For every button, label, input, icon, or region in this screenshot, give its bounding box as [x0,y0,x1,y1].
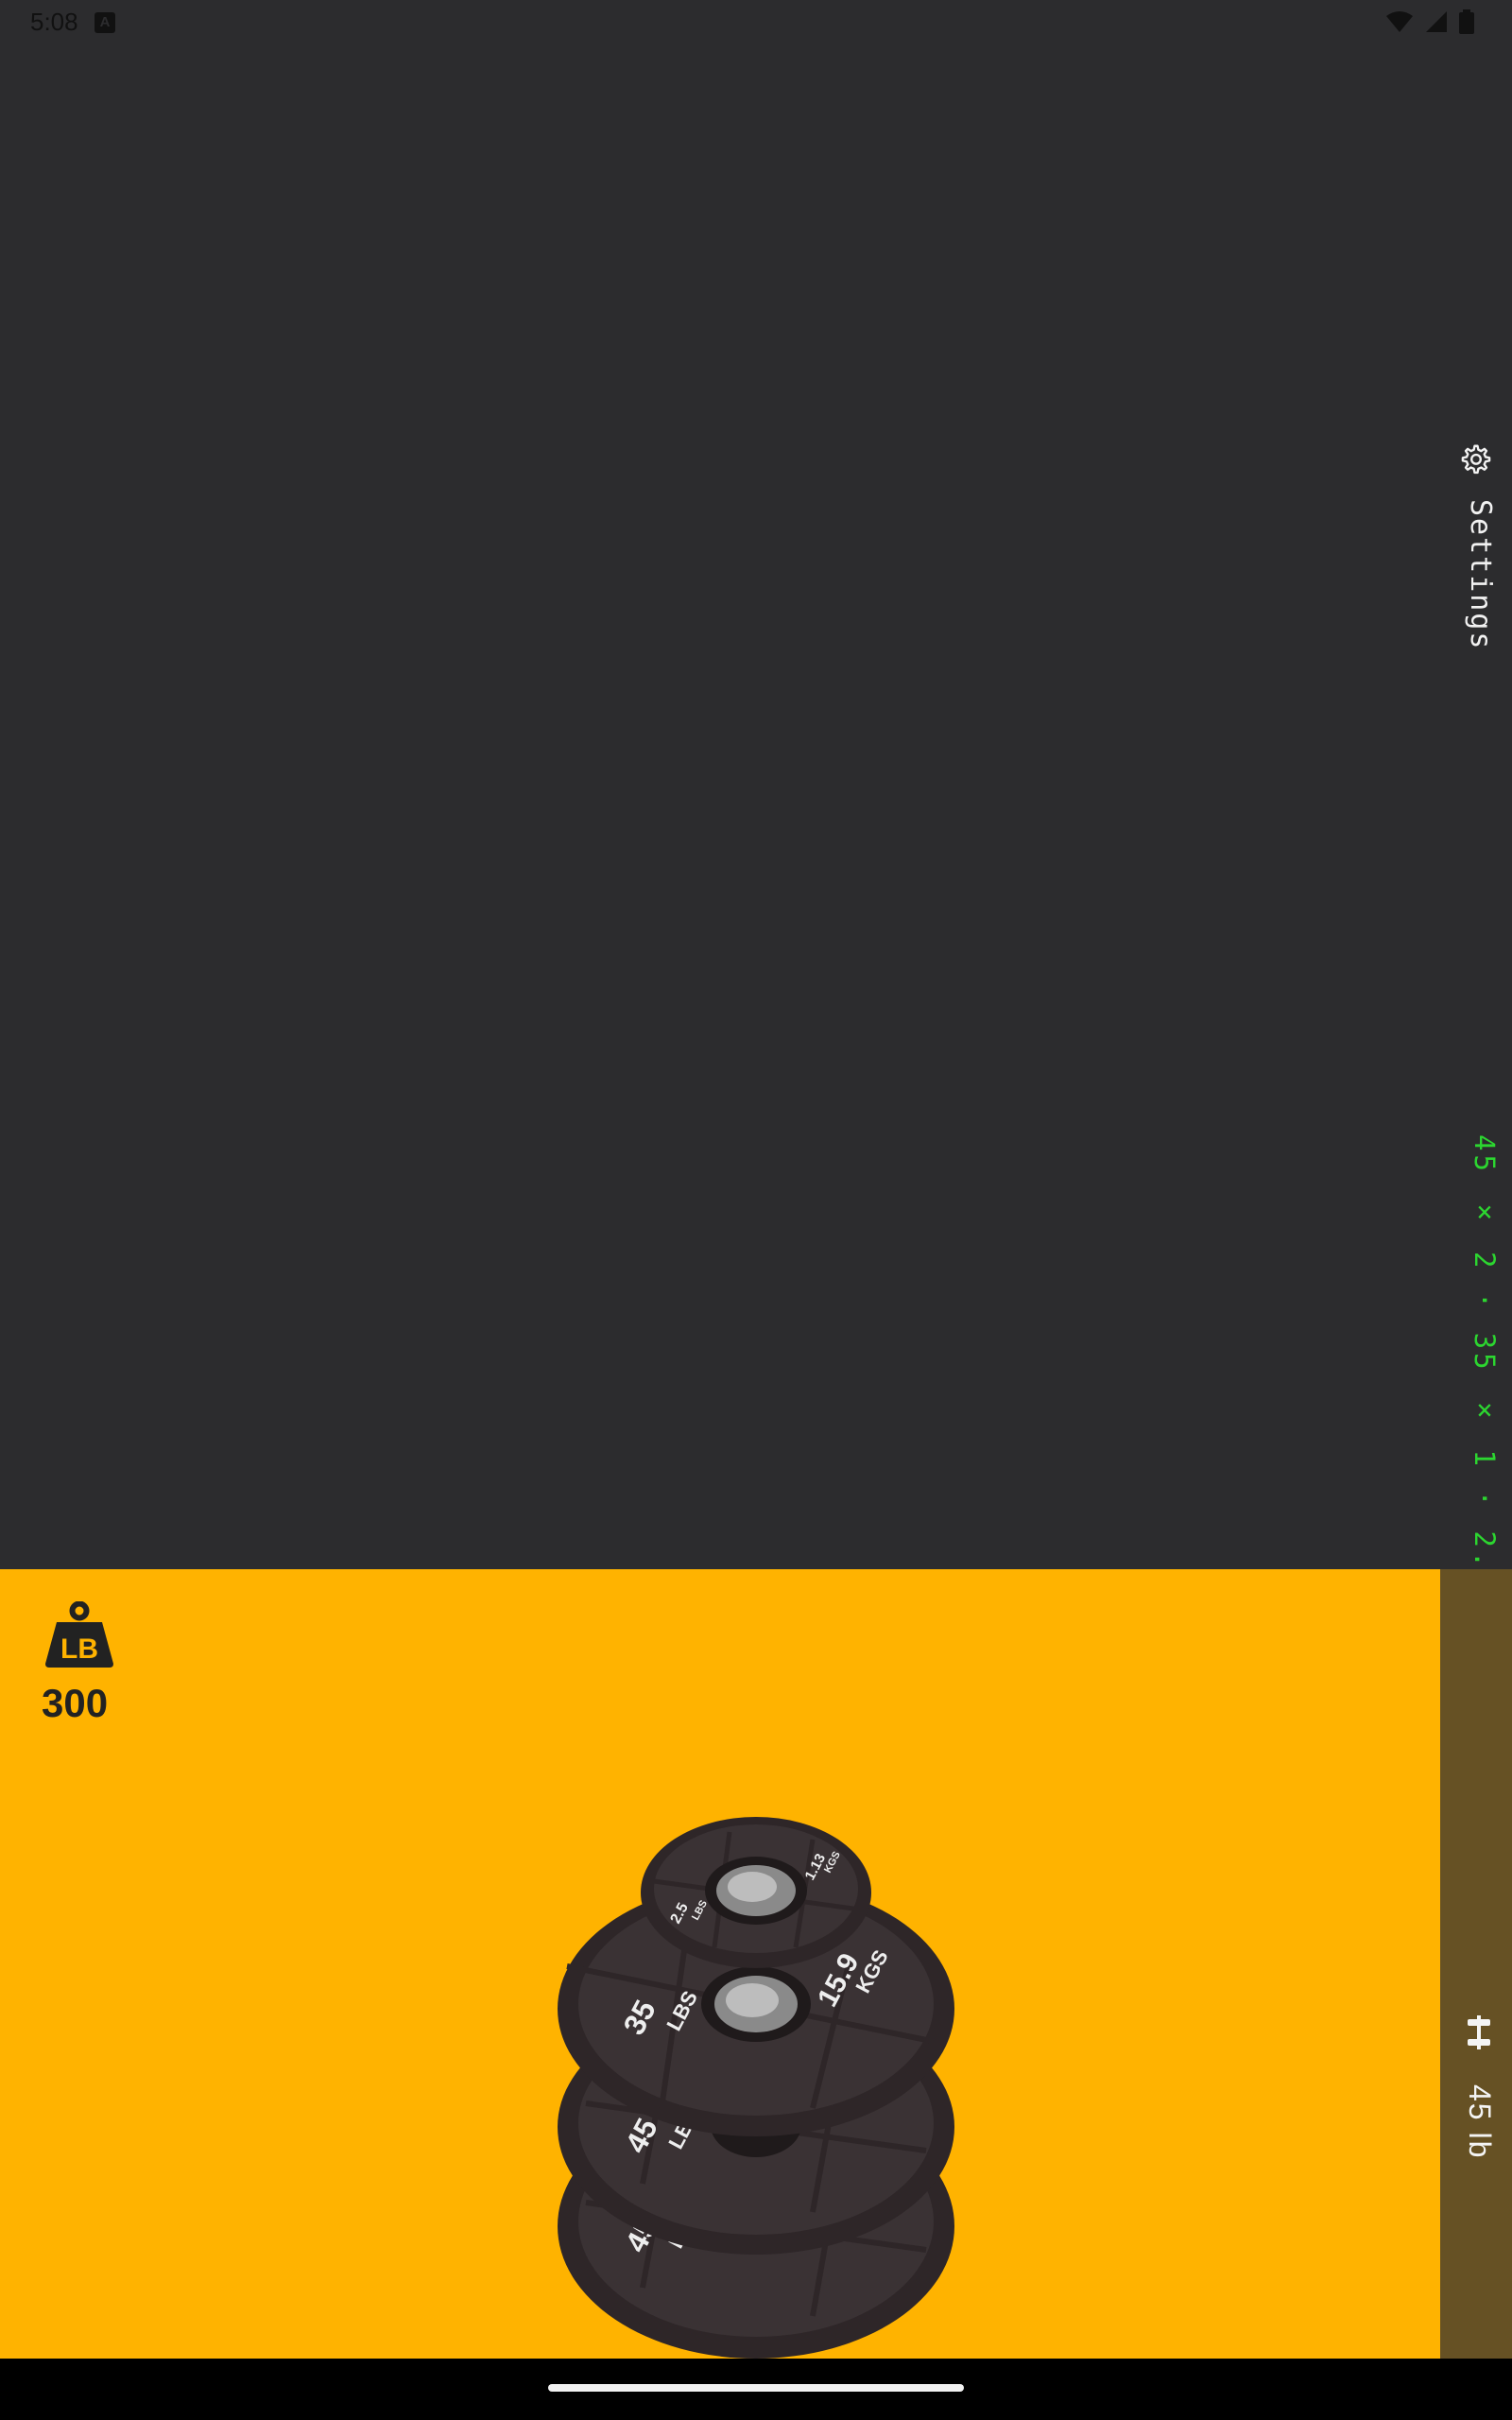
status-time: 5:08 [30,8,78,36]
lb-weight-icon: LB [45,1601,113,1668]
status-icons [1385,9,1474,34]
bar-selector-strip[interactable] [1440,1569,1512,2359]
app-notification-icon: A [94,12,115,33]
settings-label: Settings [1464,499,1497,651]
total-weight: 300 [42,1681,109,1725]
signal-icon [1426,11,1447,32]
battery-icon [1459,9,1474,34]
wifi-icon [1386,11,1413,32]
gear-icon [1461,444,1491,475]
bar-weight-label[interactable]: 45 lb [1462,2084,1497,2159]
home-gesture-handle[interactable] [548,2384,964,2392]
plate-2-5[interactable]: 2.5 LBS 1.13 KGS [641,1817,871,1968]
plate-selector-area[interactable] [0,45,1512,1569]
settings-button[interactable]: Settings [1455,442,1497,651]
barbell-icon [1468,2015,1490,2049]
plate-stack[interactable]: 45 LBS 45 LBS 35 LBS 15.9 KGS 2.5 LBS 1.… [529,1806,983,2373]
status-bar: 5:08 A [0,0,1512,45]
lb-icon-text: LB [60,1634,98,1665]
